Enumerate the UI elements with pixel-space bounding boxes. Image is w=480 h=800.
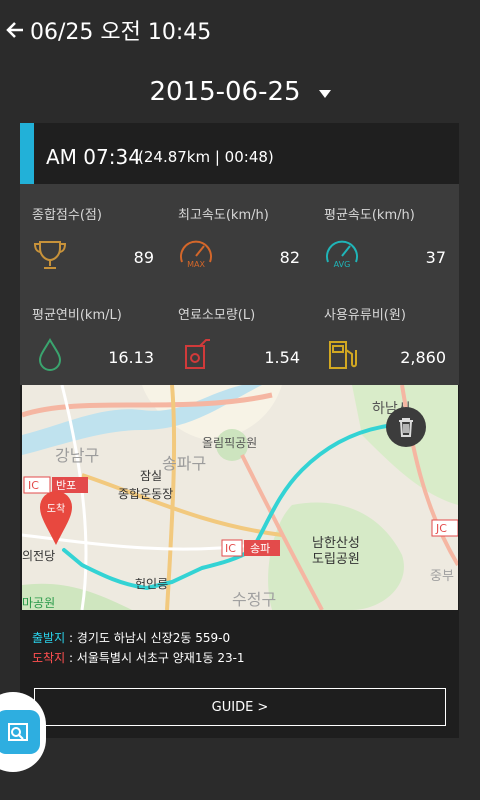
date-label: 2015-06-25: [149, 77, 301, 107]
page-title: 06/25 오전 10:45: [30, 20, 212, 45]
route-map[interactable]: 올림픽공원 강남구 송파구 잠실 종합운동장 IC 반포 남한산성 도립공원 I…: [22, 385, 458, 610]
stat-label: 종합점수(점): [32, 208, 102, 223]
ic-badge: IC: [28, 479, 39, 492]
map-label: 헌인릉: [135, 577, 168, 591]
fuel-drop-icon: [38, 338, 62, 371]
max-speed-gauge-icon: MAX: [180, 240, 212, 269]
route-addresses: 출발지 : 경기도 하남시 신장2동 559-0 도착지 : 서울특별시 서초구…: [32, 628, 245, 668]
map-label: 종합운동장: [118, 487, 173, 501]
end-key: 도착지: [32, 651, 66, 665]
trash-icon: [399, 418, 413, 437]
stat-fuel-cost: 사용유류비(원) 2,860: [312, 284, 458, 384]
stat-label: 평균속도(km/h): [324, 208, 415, 223]
trip-header: AM 07:34 (24.87km | 00:48): [20, 123, 459, 184]
start-address: 출발지 : 경기도 하남시 신장2동 559-0: [32, 628, 245, 648]
map-label: 마공원: [22, 596, 55, 610]
stat-label: 사용유류비(원): [324, 308, 406, 323]
trophy-icon: [33, 241, 67, 269]
map-label: 중부: [430, 569, 454, 584]
arrival-pin-label: 도착: [47, 503, 65, 515]
map-label: 수정구: [232, 590, 276, 609]
accent-bar: [20, 123, 34, 184]
delete-trip-button[interactable]: [386, 407, 426, 447]
end-address: 도착지 : 서울특별시 서초구 양재1동 23-1: [32, 648, 245, 668]
trip-distance-duration: (24.87km | 00:48): [138, 148, 274, 166]
trip-card: AM 07:34 (24.87km | 00:48) 종합점수(점) 89 최고…: [20, 123, 459, 738]
dropdown-triangle-icon: [318, 90, 331, 98]
stat-value: 89: [133, 248, 154, 267]
ic-badge: IC: [225, 542, 236, 555]
stat-fuel-consumption: 연료소모량(L) 1.54: [166, 284, 312, 384]
jc-badge: JC: [435, 522, 447, 535]
map-label: 반포: [56, 479, 76, 492]
map-label: 남한산성: [312, 536, 360, 551]
stat-value: 16.13: [108, 348, 154, 367]
start-value: : 경기도 하남시 신장2동 559-0: [65, 631, 231, 645]
stat-label: 평균연비(km/L): [32, 308, 122, 323]
end-value: : 서울특별시 서초구 양재1동 23-1: [65, 651, 245, 665]
stat-label: 연료소모량(L): [178, 308, 256, 323]
gas-station-icon: [329, 341, 357, 369]
stat-score: 종합점수(점) 89: [20, 184, 166, 284]
stat-max-speed: 최고속도(km/h) MAX 82: [166, 184, 312, 284]
fuel-can-icon: [185, 339, 210, 369]
trip-time: AM 07:34: [46, 145, 141, 169]
back-arrow-icon[interactable]: [6, 21, 24, 39]
map-label: 잠실: [140, 469, 162, 483]
stat-value: 1.54: [264, 348, 300, 367]
stat-avg-fuel-efficiency: 평균연비(km/L) 16.13: [20, 284, 166, 384]
floating-action-button[interactable]: [0, 692, 46, 772]
avg-speed-gauge-icon: AVG: [326, 240, 358, 269]
stat-label: 최고속도(km/h): [178, 208, 269, 223]
stats-panel: 종합점수(점) 89 최고속도(km/h) MAX 82 평균속도(km/h): [20, 184, 459, 385]
map-label: 송파구: [162, 454, 206, 473]
start-key: 출발지: [32, 631, 66, 645]
stat-value: 2,860: [400, 348, 446, 367]
gauge-text: AVG: [334, 260, 351, 269]
top-bar: 06/25 오전 10:45: [0, 0, 480, 60]
car-search-icon: [0, 710, 40, 754]
gauge-text: MAX: [187, 260, 205, 269]
map-label: 송파: [250, 542, 270, 555]
date-selector[interactable]: 2015-06-25: [0, 70, 480, 114]
stat-avg-speed: 평균속도(km/h) AVG 37: [312, 184, 458, 284]
map-label: 강남구: [55, 446, 99, 465]
stat-value: 82: [279, 248, 300, 267]
stat-value: 37: [425, 248, 446, 267]
map-label: 의전당: [22, 549, 55, 563]
guide-button[interactable]: GUIDE >: [34, 688, 446, 726]
map-label: 도립공원: [312, 552, 360, 567]
map-label: 올림픽공원: [202, 436, 257, 450]
